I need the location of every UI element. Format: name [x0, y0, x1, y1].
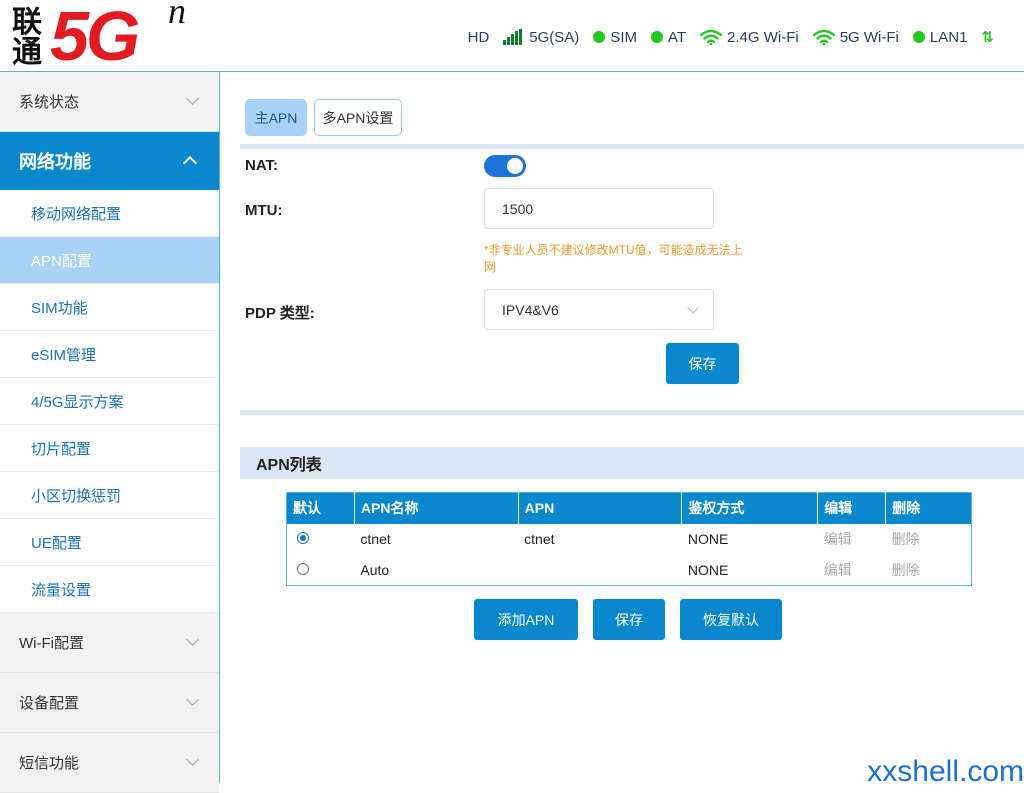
lan-dot-icon — [913, 31, 925, 43]
edit-link[interactable]: 编辑 — [818, 555, 886, 586]
status-wifi24-label: 2.4G Wi-Fi — [727, 29, 799, 46]
apn-cell — [518, 555, 682, 586]
sidebar-subitem-ue-config[interactable]: UE配置 — [0, 519, 219, 566]
apn-list-title: APN列表 — [240, 447, 1024, 479]
auth-cell: NONE — [682, 555, 818, 586]
status-hd: HD — [468, 29, 490, 46]
col-apn: APN — [518, 493, 682, 524]
delete-link[interactable]: 删除 — [886, 555, 972, 586]
chevron-down-icon — [687, 302, 698, 313]
sidebar-item-wifi-config[interactable]: Wi-Fi配置 — [0, 613, 219, 673]
sidebar-item-system-status[interactable]: 系统状态 — [0, 72, 219, 132]
wifi-icon — [700, 29, 722, 45]
status-hd-label: HD — [468, 29, 490, 46]
sidebar-item-device-config[interactable]: 设备配置 — [0, 673, 219, 733]
signal-bars-icon — [503, 29, 523, 45]
header: 联通 5G n HD 5G(SA) SIM AT 2.4G Wi-Fi — [0, 0, 1024, 72]
sidebar-item-network-function[interactable]: 网络功能 — [0, 132, 219, 190]
logo-cn-text: 联通 — [12, 8, 48, 68]
sidebar-subitem-apn-config[interactable]: APN配置 — [0, 237, 219, 284]
default-radio[interactable] — [297, 563, 309, 575]
col-default: 默认 — [287, 493, 355, 524]
save-button[interactable]: 保存 — [666, 343, 739, 384]
mtu-input[interactable]: 1500 — [484, 188, 714, 229]
restore-default-button[interactable]: 恢复默认 — [680, 599, 782, 640]
col-apn-name: APN名称 — [354, 493, 518, 524]
status-at: AT — [651, 29, 686, 46]
status-wifi5: 5G Wi-Fi — [813, 29, 899, 46]
status-bar: HD 5G(SA) SIM AT 2.4G Wi-Fi — [454, 28, 994, 46]
sidebar-item-sms-function[interactable]: 短信功能 — [0, 733, 219, 793]
chevron-down-icon — [186, 633, 199, 646]
sidebar-item-label: 系统状态 — [19, 91, 79, 112]
mtu-value: 1500 — [502, 201, 533, 217]
logo-5g-text: 5G — [50, 0, 137, 72]
sidebar-item-label: Wi-Fi配置 — [19, 632, 84, 653]
apn-save-button[interactable]: 保存 — [593, 599, 665, 640]
sidebar: 系统状态 网络功能 移动网络配置 APN配置 SIM功能 eSIM管理 4/5G… — [0, 72, 220, 783]
pdp-label: PDP 类型: — [245, 302, 315, 323]
wifi-icon — [813, 29, 835, 45]
nat-label: NAT: — [245, 157, 278, 174]
table-row: Auto NONE 编辑 删除 — [287, 555, 972, 586]
col-edit: 编辑 — [818, 493, 886, 524]
status-sim-label: SIM — [610, 29, 637, 46]
auth-cell: NONE — [682, 524, 818, 555]
pdp-select[interactable]: IPV4&V6 — [484, 289, 714, 330]
delete-link[interactable]: 删除 — [886, 524, 972, 555]
sidebar-subitem-slice-config[interactable]: 切片配置 — [0, 425, 219, 472]
tab-main-apn[interactable]: 主APN — [245, 99, 307, 136]
status-network-label: 5G(SA) — [529, 29, 579, 46]
add-apn-button[interactable]: 添加APN — [474, 599, 578, 640]
chevron-up-icon — [183, 156, 197, 170]
col-auth: 鉴权方式 — [682, 493, 818, 524]
chevron-down-icon — [186, 92, 199, 105]
status-sim: SIM — [593, 29, 637, 46]
edit-link[interactable]: 编辑 — [818, 524, 886, 555]
sidebar-item-label: 网络功能 — [19, 148, 91, 174]
apn-cell: ctnet — [518, 524, 682, 555]
sidebar-subitem-45g-display[interactable]: 4/5G显示方案 — [0, 378, 219, 425]
status-network: 5G(SA) — [503, 29, 579, 46]
status-wifi5-label: 5G Wi-Fi — [840, 29, 899, 46]
default-cell — [287, 524, 355, 555]
pdp-value: IPV4&V6 — [502, 302, 559, 318]
status-lan1-label: LAN1 — [930, 29, 968, 46]
apn-table: 默认 APN名称 APN 鉴权方式 编辑 删除 ctnet ctnet NONE… — [286, 492, 972, 586]
tab-multi-apn[interactable]: 多APN设置 — [314, 99, 402, 136]
chevron-down-icon — [186, 693, 199, 706]
sidebar-subitem-cell-penalty[interactable]: 小区切换惩罚 — [0, 472, 219, 519]
status-at-label: AT — [668, 29, 686, 46]
status-lan1: LAN1 — [913, 29, 968, 46]
default-radio[interactable] — [297, 532, 309, 544]
col-delete: 删除 — [886, 493, 972, 524]
apn-name-cell: Auto — [354, 555, 518, 586]
mtu-label: MTU: — [245, 202, 283, 219]
sidebar-subitem-mobile-network[interactable]: 移动网络配置 — [0, 190, 219, 237]
table-header-row: 默认 APN名称 APN 鉴权方式 编辑 删除 — [287, 493, 972, 524]
up-down-arrows-icon: ⇅ — [981, 28, 994, 46]
sidebar-item-label: 短信功能 — [19, 752, 79, 773]
sidebar-subitem-esim[interactable]: eSIM管理 — [0, 331, 219, 378]
main-content: 主APN 多APN设置 NAT: MTU: 1500 *非专业人员不建议修改MT… — [221, 72, 1024, 783]
sim-dot-icon — [593, 31, 605, 43]
sidebar-subitem-traffic[interactable]: 流量设置 — [0, 566, 219, 613]
sidebar-item-label: 设备配置 — [19, 692, 79, 713]
logo-n-superscript: n — [168, 0, 186, 32]
brand-logo: 联通 5G n — [8, 2, 198, 72]
status-wifi24: 2.4G Wi-Fi — [700, 29, 799, 46]
sidebar-subitem-sim-function[interactable]: SIM功能 — [0, 284, 219, 331]
divider — [240, 410, 1024, 415]
divider — [240, 144, 1024, 149]
nat-toggle[interactable] — [484, 155, 526, 177]
at-dot-icon — [651, 31, 663, 43]
watermark: xxshell.com — [867, 755, 1024, 789]
apn-name-cell: ctnet — [354, 524, 518, 555]
table-row: ctnet ctnet NONE 编辑 删除 — [287, 524, 972, 555]
chevron-down-icon — [186, 753, 199, 766]
toggle-knob — [507, 158, 523, 174]
mtu-warning: *非专业人员不建议修改MTU值，可能造成无法上网 — [484, 242, 744, 276]
default-cell — [287, 555, 355, 586]
